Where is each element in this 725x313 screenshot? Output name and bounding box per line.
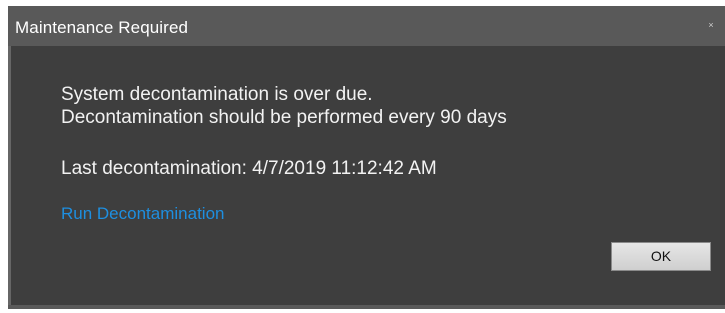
ok-button[interactable]: OK bbox=[611, 242, 711, 271]
dialog-left-border bbox=[8, 46, 11, 309]
message-line-interval: Decontamination should be performed ever… bbox=[61, 107, 507, 128]
maintenance-dialog: Maintenance Required × System decontamin… bbox=[8, 6, 725, 309]
close-icon[interactable]: × bbox=[706, 20, 716, 30]
dialog-bottom-border bbox=[8, 305, 725, 309]
message-block: System decontamination is over due. Deco… bbox=[61, 83, 507, 129]
last-decontamination-text: Last decontamination: 4/7/2019 11:12:42 … bbox=[61, 158, 437, 179]
title-bar: Maintenance Required × bbox=[8, 6, 725, 46]
run-decontamination-link[interactable]: Run Decontamination bbox=[61, 203, 224, 225]
message-line-overdue: System decontamination is over due. bbox=[61, 84, 373, 105]
dialog-title: Maintenance Required bbox=[15, 18, 189, 37]
